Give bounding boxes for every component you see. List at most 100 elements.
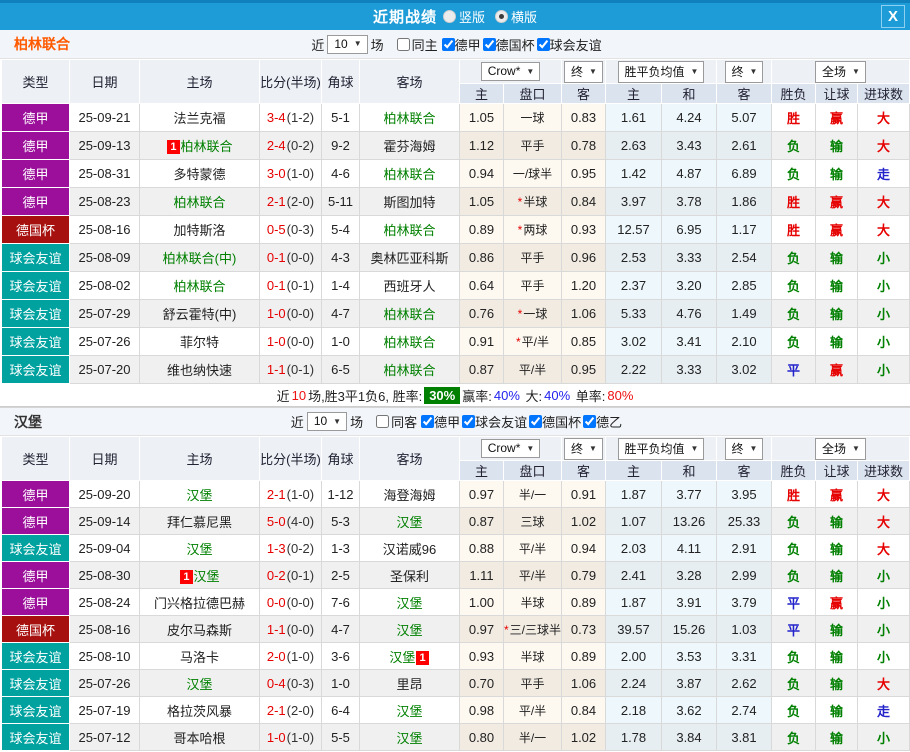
chevron-down-icon: ▼ [852, 443, 860, 453]
league-checkbox[interactable] [462, 415, 476, 428]
handicap-home-odds-cell: 0.87 [459, 507, 504, 535]
league-filter-2[interactable]: 球会友谊 [462, 412, 527, 431]
col-avg-lose: 客 [716, 83, 772, 104]
score-cell: 1-1(0-0) [259, 615, 322, 643]
avg-draw-odds-cell: 3.33 [661, 355, 717, 384]
league-label: 德国杯 [542, 415, 582, 430]
league-checkbox[interactable] [482, 37, 496, 51]
final-odds-dropdown-1[interactable]: 终 ▼ [564, 60, 603, 83]
score-cell: 0-4(0-3) [259, 669, 322, 697]
dropdown-header-row: 类型 日期 主场 比分(半场) 角球 客场 Crow* ▼ 终 ▼ 胜平负均值 ▼ 终… [1, 59, 910, 104]
away-team-cell: 柏林联合 [359, 159, 460, 188]
col-handicap: 盘口 [503, 460, 562, 481]
home-team-cell: 皮尔马森斯 [139, 615, 260, 643]
home-team-cell: 汉堡 [139, 534, 260, 562]
league-filter-3[interactable]: 德国杯 [529, 412, 581, 431]
corner-count-cell: 7-6 [321, 588, 360, 616]
same-venue-input[interactable] [396, 37, 410, 51]
score-cell: 0-1(0-0) [259, 243, 322, 272]
match-row: 德甲 25-09-20 汉堡 2-1(1-0) 1-12 海登海姆 0.97 半/一 0.91 1… [1, 480, 910, 508]
horizontal-layout-radio[interactable]: 横版 [495, 7, 537, 26]
away-team-cell: 汉堡 1 [359, 642, 460, 670]
final-odds-dropdown-2[interactable]: 终 ▼ [724, 60, 764, 83]
home-team-cell: 维也纳快速 [139, 355, 260, 384]
corner-count-cell: 1-3 [321, 534, 360, 562]
full-time-score: 1-0 [266, 729, 286, 745]
handicap-line-cell: 平手 [503, 271, 562, 300]
final-header-1: 终 ▼ [561, 59, 606, 84]
scope-dropdown[interactable]: 全场 ▼ [815, 60, 866, 83]
handicap-line-cell: 平/半 [503, 534, 562, 562]
match-date-cell: 25-09-13 [69, 131, 140, 160]
handicap-line-cell: 平/半 [503, 696, 562, 724]
radio-icon[interactable] [442, 10, 456, 23]
handicap-home-odds-cell: 0.94 [459, 159, 504, 188]
away-team-cell: 柏林联合 [359, 327, 460, 356]
league-filter-2[interactable]: 德国杯 [482, 35, 535, 54]
league-checkbox[interactable] [529, 415, 543, 428]
handicap-away-odds-cell: 1.02 [561, 507, 606, 535]
odds-company-dropdown[interactable]: Crow* ▼ [480, 62, 541, 81]
league-checkbox[interactable] [583, 415, 597, 428]
home-team-cell: 汉堡 [139, 480, 260, 508]
handicap-away-odds-cell: 0.84 [561, 696, 606, 724]
close-icon[interactable]: X [881, 5, 905, 28]
league-filter-1[interactable]: 德甲 [441, 35, 481, 54]
company-header: Crow* ▼ [459, 436, 562, 461]
avg-lose-odds-cell: 2.74 [716, 696, 772, 724]
scope-header: 全场 ▼ [771, 59, 910, 84]
league-checkbox[interactable] [536, 37, 550, 51]
avg-win-odds-cell: 2.03 [605, 534, 662, 562]
league-type-cell: 球会友谊 [1, 669, 70, 697]
handicap-home-odds-cell: 1.11 [459, 561, 504, 589]
wdl-average-dropdown[interactable]: 胜平负均值 ▼ [617, 60, 705, 83]
away-team-cell: 柏林联合 [359, 103, 460, 132]
avg-win-odds-cell: 1.07 [605, 507, 662, 535]
match-row: 德国杯 25-08-16 皮尔马森斯 1-1(0-0) 4-7 汉堡 0.97 *三/三球半 0… [1, 615, 910, 643]
result-handicap-cell: 赢 [815, 103, 858, 132]
team-label: 汉堡 [186, 541, 213, 557]
avg-win-odds-cell: 2.00 [605, 642, 662, 670]
league-type-cell: 德甲 [1, 131, 70, 160]
same-venue-input[interactable] [376, 415, 390, 428]
same-venue-checkbox[interactable]: 同客 [376, 412, 417, 431]
result-handicap-cell: 输 [815, 327, 858, 356]
chevron-down-icon: ▼ [589, 66, 597, 76]
odds-company-dropdown[interactable]: Crow* ▼ [480, 439, 541, 458]
same-venue-checkbox[interactable]: 同主 [396, 35, 438, 54]
scope-dropdown[interactable]: 全场 ▼ [815, 437, 866, 460]
league-type-cell: 德甲 [1, 187, 70, 216]
team-label: 柏林联合 [383, 363, 436, 378]
league-checkbox[interactable] [441, 37, 455, 51]
match-row: 德甲 25-08-24 门兴格拉德巴赫 0-0(0-0) 7-6 汉堡 1.00 半球 0.89… [1, 588, 910, 616]
avg-lose-odds-cell: 2.85 [716, 271, 772, 300]
avg-lose-odds-cell: 3.31 [716, 642, 772, 670]
recent-results-window: 近期战绩 竖版 横版 X 柏林联合 近 10 ▼ 场 同主 德甲 德国杯 球会友… [0, 0, 910, 751]
final-odds-dropdown-1[interactable]: 终 ▼ [564, 437, 603, 460]
avg-draw-odds-cell: 4.76 [661, 299, 717, 328]
avg-draw-odds-cell: 3.41 [661, 327, 717, 356]
radio-icon[interactable] [495, 10, 508, 23]
vertical-layout-radio[interactable]: 竖版 [442, 7, 485, 26]
full-time-score: 0-1 [266, 250, 286, 265]
corner-count-cell: 5-11 [321, 187, 360, 216]
chevron-down-icon: ▼ [690, 443, 699, 453]
match-count-dropdown[interactable]: 10 ▼ [306, 412, 348, 431]
final-header-2: 终 ▼ [716, 59, 772, 84]
result-handicap-cell: 输 [815, 271, 858, 300]
avg-win-odds-cell: 1.61 [605, 103, 662, 132]
handicap-home-odds-cell: 1.05 [459, 187, 504, 216]
final-odds-dropdown-2[interactable]: 终 ▼ [724, 437, 764, 460]
home-team-cell: 哥本哈根 [139, 723, 260, 751]
league-filter-4[interactable]: 德乙 [583, 412, 622, 431]
team-label: 汉堡 [396, 622, 423, 638]
col-corner: 角球 [321, 59, 360, 104]
match-count-dropdown[interactable]: 10 ▼ [327, 34, 368, 54]
corner-count-cell: 1-0 [321, 669, 360, 697]
league-checkbox[interactable] [421, 415, 435, 428]
wdl-average-dropdown[interactable]: 胜平负均值 ▼ [617, 437, 705, 460]
handicap-away-odds-cell: 1.06 [561, 299, 606, 328]
league-filter-3[interactable]: 球会友谊 [536, 35, 602, 54]
team-label: 加特斯洛 [173, 223, 226, 238]
league-filter-1[interactable]: 德甲 [421, 412, 460, 431]
